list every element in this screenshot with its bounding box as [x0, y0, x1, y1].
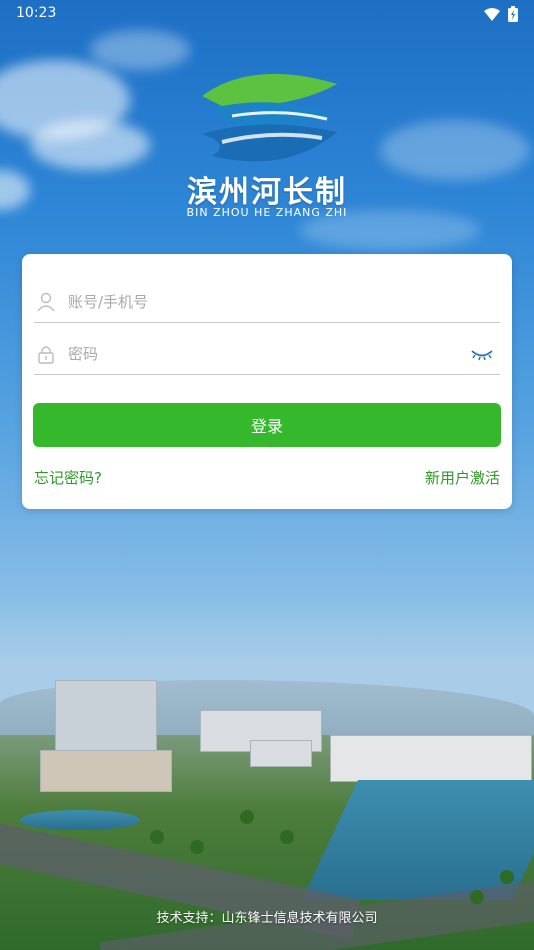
app-title: 滨州河长制 [187, 175, 347, 210]
status-time: 10:23 [16, 5, 57, 21]
wifi-icon [484, 7, 500, 26]
account-field [34, 282, 500, 323]
password-input[interactable] [66, 344, 470, 364]
login-button[interactable]: 登录 [33, 403, 501, 447]
battery-icon [508, 6, 518, 26]
lock-icon [36, 344, 56, 364]
login-card: 登录 忘记密码? 新用户激活 [22, 254, 512, 509]
app-logo [192, 64, 342, 174]
user-icon [36, 292, 56, 312]
eye-closed-icon[interactable] [470, 347, 494, 361]
tech-support-footer: 技术支持：山东锋士信息技术有限公司 [156, 911, 378, 926]
new-user-activate-link[interactable]: 新用户激活 [425, 467, 500, 488]
status-bar: 10:23 [0, 0, 534, 28]
password-field [34, 334, 500, 375]
forgot-password-link[interactable]: 忘记密码? [34, 467, 102, 488]
app-subtitle: BIN ZHOU HE ZHANG ZHI [186, 206, 348, 219]
account-input[interactable] [66, 292, 500, 312]
city-background-image [0, 640, 534, 950]
